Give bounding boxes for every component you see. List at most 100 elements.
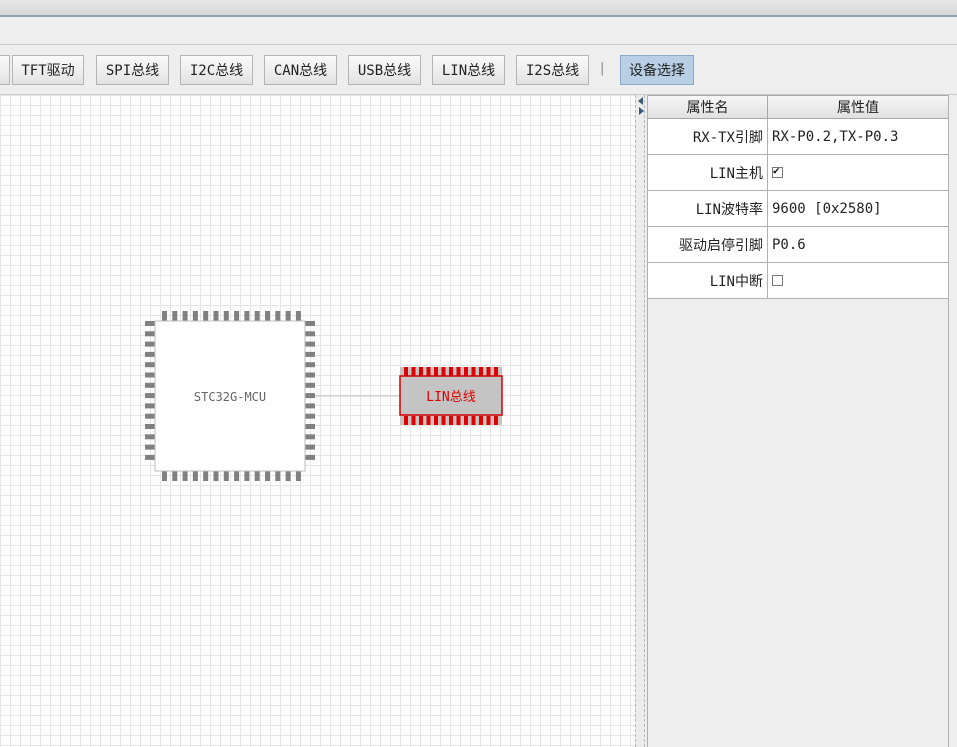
chip-pin — [145, 331, 155, 337]
property-name: 驱动启停引脚 — [648, 227, 768, 262]
collapse-left-icon[interactable] — [638, 97, 643, 105]
property-row-lin-master[interactable]: LIN主机 — [648, 155, 948, 191]
property-value[interactable]: 9600 [0x2580] — [768, 191, 948, 226]
chip-pin — [254, 471, 260, 481]
toolbar: TFT驱动 SPI总线 I2C总线 CAN总线 USB总线 LIN总线 I2S总… — [0, 45, 957, 95]
property-row-driver-enable-pin[interactable]: 驱动启停引脚 P0.6 — [648, 227, 948, 263]
chip-pin — [419, 416, 423, 425]
chip-pin — [295, 311, 301, 321]
property-name: LIN中断 — [648, 263, 768, 298]
chip-pin — [494, 416, 498, 425]
property-value[interactable]: P0.6 — [768, 227, 948, 262]
header-property-value[interactable]: 属性值 — [768, 96, 948, 118]
chip-pin — [295, 471, 301, 481]
lin-interrupt-checkbox[interactable] — [772, 275, 783, 286]
chip-pin — [486, 367, 491, 376]
chip-pin — [419, 367, 423, 376]
chip-pin — [203, 311, 209, 321]
chip-pin — [456, 416, 461, 425]
chip-pin — [305, 382, 315, 388]
chip-pin — [426, 416, 431, 425]
usb-bus-button[interactable]: USB总线 — [348, 55, 421, 85]
chip-pin — [223, 311, 229, 321]
chip-pin — [182, 311, 188, 321]
chip-pin — [213, 471, 219, 481]
chip-pin — [285, 471, 291, 481]
chip-pin — [192, 311, 198, 321]
property-row-lin-interrupt[interactable]: LIN中断 — [648, 263, 948, 299]
property-name: LIN主机 — [648, 155, 768, 190]
can-bus-button[interactable]: CAN总线 — [264, 55, 337, 85]
chip-pin — [203, 471, 209, 481]
chip-pin — [305, 454, 315, 460]
property-row-rxtx-pins[interactable]: RX-TX引脚 RX-P0.2,TX-P0.3 — [648, 119, 948, 155]
chip-pin — [404, 416, 408, 425]
chip-pin — [145, 372, 155, 378]
chip-pin — [494, 367, 498, 376]
chip-pin — [145, 454, 155, 460]
chip-pin — [305, 434, 315, 440]
property-row-lin-baud[interactable]: LIN波特率 9600 [0x2580] — [648, 191, 948, 227]
chip-pin — [265, 471, 270, 481]
chip-pin — [234, 311, 240, 321]
chip-pin — [162, 471, 167, 481]
chip-pin — [145, 341, 155, 347]
chip-pin — [244, 471, 250, 481]
toolbar-separator: | — [600, 61, 605, 76]
chip-pin — [305, 351, 315, 357]
header-property-name[interactable]: 属性名 — [648, 96, 768, 118]
panel-splitter[interactable] — [635, 95, 645, 747]
chip-pin — [145, 362, 155, 368]
collapse-right-icon[interactable] — [639, 107, 644, 115]
property-name: RX-TX引脚 — [648, 119, 768, 154]
chip-pin — [464, 367, 468, 376]
chip-pin — [305, 362, 315, 368]
chip-pin — [244, 311, 250, 321]
chip-pin — [305, 424, 315, 429]
i2s-bus-button[interactable]: I2S总线 — [516, 55, 589, 85]
chip-pin — [441, 416, 446, 425]
chip-pin — [275, 471, 281, 481]
chip-pin — [449, 367, 453, 376]
chip-pin — [213, 311, 219, 321]
chip-pin — [426, 367, 431, 376]
tft-driver-button[interactable]: TFT驱动 — [12, 55, 84, 85]
chip-pin — [305, 413, 315, 419]
chip-pin — [192, 471, 198, 481]
chip-pin — [145, 444, 155, 450]
chip-pin — [305, 321, 315, 326]
toolbar-button-partial[interactable] — [0, 55, 10, 85]
chip-pin — [464, 416, 468, 425]
chip-pin — [145, 424, 155, 429]
property-panel: 属性名 属性值 RX-TX引脚 RX-P0.2,TX-P0.3 LIN主机 LI… — [647, 95, 949, 747]
chip-pin — [411, 416, 416, 425]
chip-pin — [449, 416, 453, 425]
chip-pin — [172, 311, 178, 321]
chip-pin — [285, 311, 291, 321]
design-canvas[interactable]: STC32G-MCU LIN总线 — [0, 95, 635, 747]
chip-pin — [145, 403, 155, 409]
spi-bus-button[interactable]: SPI总线 — [96, 55, 169, 85]
chip-pin — [434, 416, 438, 425]
menu-bar — [0, 17, 957, 45]
chip-pin — [305, 403, 315, 409]
chip-pin — [145, 413, 155, 419]
chip-pin — [254, 311, 260, 321]
chip-pin — [471, 416, 476, 425]
chip-pin — [145, 351, 155, 357]
chip-pin — [145, 321, 155, 326]
lin-bus-button[interactable]: LIN总线 — [432, 55, 505, 85]
chip-pin — [411, 367, 416, 376]
property-table-header: 属性名 属性值 — [648, 95, 948, 119]
canvas-diagram: STC32G-MCU LIN总线 — [145, 311, 503, 481]
chip-pin — [223, 471, 229, 481]
i2c-bus-button[interactable]: I2C总线 — [180, 55, 253, 85]
chip-pin — [486, 416, 491, 425]
chip-pin — [234, 471, 240, 481]
mcu-label: STC32G-MCU — [194, 390, 266, 404]
property-value[interactable]: RX-P0.2,TX-P0.3 — [768, 119, 948, 154]
lin-master-checkbox[interactable] — [772, 164, 783, 178]
device-select-button[interactable]: 设备选择 — [620, 55, 694, 85]
chip-pin — [305, 341, 315, 347]
chip-pin — [434, 367, 438, 376]
